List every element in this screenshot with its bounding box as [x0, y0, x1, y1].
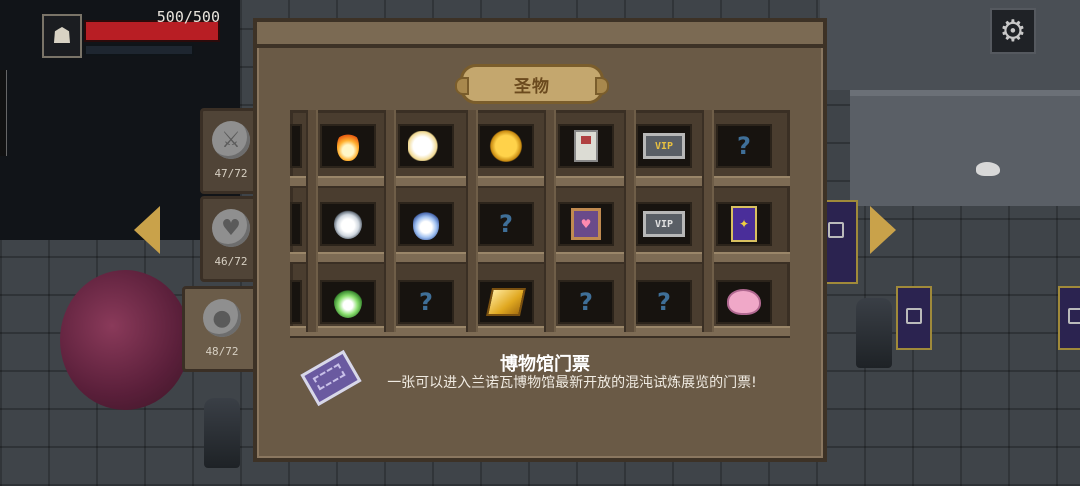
player-portrait[interactable]: ☗ — [42, 14, 82, 58]
relic-slot[interactable] — [398, 124, 454, 168]
purple-card-icon: ✦ — [731, 206, 757, 242]
screen-edge — [0, 70, 7, 156]
knight-npc[interactable] — [204, 398, 240, 468]
relic-slot[interactable] — [716, 280, 772, 324]
fire-spirit-icon — [337, 131, 359, 161]
unknown-relic-slot[interactable]: ? — [398, 280, 454, 324]
relic-slot[interactable] — [478, 124, 534, 168]
unknown-relic-slot[interactable]: ? — [716, 124, 772, 168]
shelf — [290, 176, 790, 188]
pouch-icon: ● — [203, 299, 241, 337]
banner — [896, 286, 932, 350]
cabinet-title: 圣物 — [455, 64, 609, 104]
golden-cloud-icon — [489, 130, 523, 162]
mana-bar — [84, 44, 194, 56]
settings-button[interactable]: ⚙ — [990, 8, 1036, 54]
gear-icon: ⚙ — [999, 13, 1027, 49]
relic-slot[interactable]: ✦ — [716, 202, 772, 246]
unknown-relic-slot[interactable]: ? — [636, 280, 692, 324]
green-spirit-icon — [334, 286, 362, 318]
stone-wall-right — [850, 90, 1080, 206]
cabinet-crown — [253, 18, 827, 48]
tab-count: 46/72 — [214, 255, 248, 268]
relic-slot[interactable] — [398, 202, 454, 246]
purple-book-icon: ♥ — [571, 208, 601, 240]
blue-flame-icon — [413, 208, 439, 240]
relic-slot[interactable] — [320, 280, 376, 324]
gold-vip-card-icon: VIP — [643, 133, 685, 159]
next-page-arrow[interactable] — [870, 206, 896, 254]
health-text: 500/500 — [156, 8, 220, 26]
relic-slot[interactable] — [290, 280, 302, 324]
paper-card-icon — [574, 130, 598, 162]
pigeon — [976, 162, 1000, 176]
relic-slot[interactable]: VIP — [636, 202, 692, 246]
relic-slot[interactable] — [558, 124, 614, 168]
cabinet-title-text: 圣物 — [514, 76, 550, 97]
shelf-post — [544, 110, 556, 332]
banner — [1058, 286, 1080, 350]
hooded-hero-icon: ☗ — [52, 23, 72, 49]
white-cloud-icon — [408, 131, 444, 161]
shelf — [290, 252, 790, 264]
shelf-post — [466, 110, 478, 332]
relic-slot[interactable] — [320, 124, 376, 168]
silver-vip-card-icon: VIP — [643, 211, 685, 237]
piggy-bank-icon — [727, 289, 761, 315]
relic-slot[interactable]: VIP — [636, 124, 692, 168]
shield-heart-icon: ♥ — [212, 209, 250, 247]
shelf-post — [384, 110, 396, 332]
sword-icon: ⚔ — [212, 121, 250, 159]
tab-relics[interactable]: ● 48/72 — [182, 286, 262, 372]
relic-slot[interactable] — [290, 202, 302, 246]
gold-book-icon — [486, 288, 526, 316]
relic-slot[interactable]: ♥ — [558, 202, 614, 246]
knight-npc[interactable] — [856, 298, 892, 368]
unknown-relic-slot[interactable]: ? — [478, 202, 534, 246]
relic-slot[interactable] — [290, 124, 302, 168]
purple-tree — [60, 270, 190, 410]
previous-page-arrow[interactable] — [134, 206, 160, 254]
shelf-post — [702, 110, 714, 332]
item-description: 一张可以进入兰诺瓦博物馆最新开放的混沌试炼展览的门票! — [387, 375, 757, 391]
shelf-post — [624, 110, 636, 332]
unknown-relic-slot[interactable]: ? — [558, 280, 614, 324]
item-name: 博物馆门票 — [500, 354, 590, 375]
stone-wall-top — [820, 0, 1080, 90]
tab-count: 47/72 — [214, 167, 248, 180]
tab-count: 48/72 — [205, 345, 239, 358]
shelf-post — [306, 110, 318, 332]
white-ghost-icon — [334, 209, 362, 239]
shelf — [290, 326, 790, 338]
relic-slot[interactable] — [478, 280, 534, 324]
relic-slot[interactable] — [320, 202, 376, 246]
